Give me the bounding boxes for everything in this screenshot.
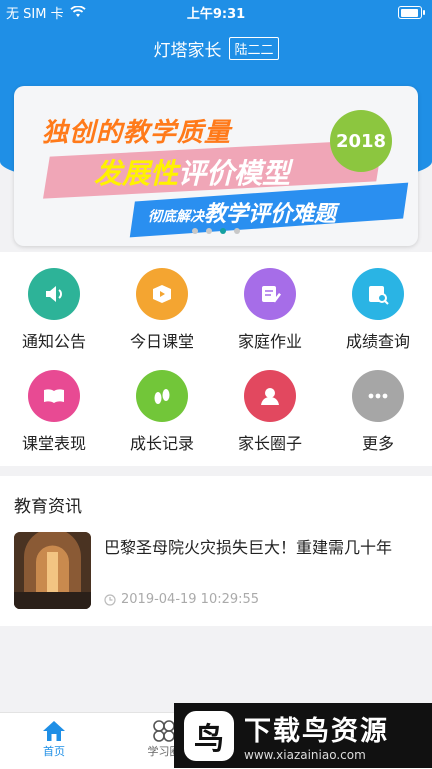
watermark-url: www.xiazainiao.com: [244, 748, 366, 762]
banner-line-2-rest: 评价模型: [178, 157, 291, 190]
menu-item-label: 课堂表现: [21, 434, 86, 453]
banner-line-3: 彻底解决教学评价难题: [148, 196, 336, 228]
carousel-dot[interactable]: [192, 228, 198, 234]
menu-item-homework[interactable]: 家庭作业: [216, 252, 324, 352]
menu-item-label: 今日课堂: [129, 332, 194, 351]
menu-item-label: 家庭作业: [237, 332, 302, 351]
banner-line-3-main: 教学评价难题: [204, 202, 337, 227]
menu-item-label: 家长圈子: [237, 434, 302, 453]
watermark-overlay: 鸟 下载鸟资源 www.xiazainiao.com: [174, 703, 432, 768]
nav-bar: 灯塔家长 陆二二: [0, 36, 432, 61]
app-title: 灯塔家长: [153, 41, 222, 61]
news-time: 2019-04-19 10:29:55: [104, 592, 259, 607]
play-box-icon: [136, 268, 188, 320]
more-icon: [352, 370, 404, 422]
menu-item-today-class[interactable]: 今日课堂: [108, 252, 216, 352]
news-section-title: 教育资讯: [14, 497, 82, 517]
watermark-name: 下载鸟资源: [244, 716, 389, 747]
news-section: 教育资讯 巴黎圣母院火灾损失巨大！重建需几十年 2019-04-19 10:29…: [0, 476, 432, 626]
search-report-icon: [352, 268, 404, 320]
clock: 上午9:31: [186, 6, 246, 22]
clock-icon: [104, 593, 116, 606]
tab-home[interactable]: 首页: [14, 719, 94, 759]
banner-year-badge: 2018: [330, 110, 392, 172]
feature-grid: 通知公告 今日课堂 家庭作业 成绩查询 课堂表现 成长记录 家长圈子 更多: [0, 252, 432, 466]
menu-item-label: 成长记录: [129, 434, 194, 453]
carousel-dot[interactable]: [234, 228, 240, 234]
banner-line-3-small: 彻底解决: [148, 209, 204, 225]
status-bar: 无 SIM 卡 上午9:31: [0, 0, 432, 24]
menu-item-notice[interactable]: 通知公告: [0, 252, 108, 352]
menu-item-growth[interactable]: 成长记录: [108, 354, 216, 454]
pencil-note-icon: [244, 268, 296, 320]
menu-item-performance[interactable]: 课堂表现: [0, 354, 108, 454]
carousel-dot-active[interactable]: [220, 228, 226, 234]
book-icon: [28, 370, 80, 422]
menu-item-more[interactable]: 更多: [324, 354, 432, 454]
news-thumbnail[interactable]: [14, 532, 91, 609]
battery-icon: [398, 6, 425, 19]
promo-banner[interactable]: 独创的教学质量 发展性评价模型 彻底解决教学评价难题 2018: [14, 86, 418, 246]
speaker-icon: [28, 268, 80, 320]
banner-line-2: 发展性评价模型: [94, 152, 290, 192]
menu-item-label: 成绩查询: [345, 332, 410, 351]
carousel-dots[interactable]: [14, 228, 418, 234]
news-timestamp: 2019-04-19 10:29:55: [121, 592, 260, 607]
home-icon: [43, 721, 65, 741]
banner-line-2-highlight: 发展性: [94, 157, 179, 190]
banner-line-1: 独创的教学质量: [42, 118, 232, 148]
tab-home-label: 首页: [43, 745, 65, 758]
watermark-logo-icon: 鸟: [184, 710, 234, 761]
people-icon: [244, 370, 296, 422]
carousel-dot[interactable]: [206, 228, 212, 234]
news-headline[interactable]: 巴黎圣母院火灾损失巨大！重建需几十年: [104, 534, 392, 558]
school-tag[interactable]: 陆二二: [229, 37, 279, 60]
menu-item-scores[interactable]: 成绩查询: [324, 252, 432, 352]
menu-item-parents-circle[interactable]: 家长圈子: [216, 354, 324, 454]
footprint-icon: [136, 370, 188, 422]
menu-item-label: 通知公告: [21, 332, 86, 351]
menu-item-label: 更多: [361, 434, 394, 453]
